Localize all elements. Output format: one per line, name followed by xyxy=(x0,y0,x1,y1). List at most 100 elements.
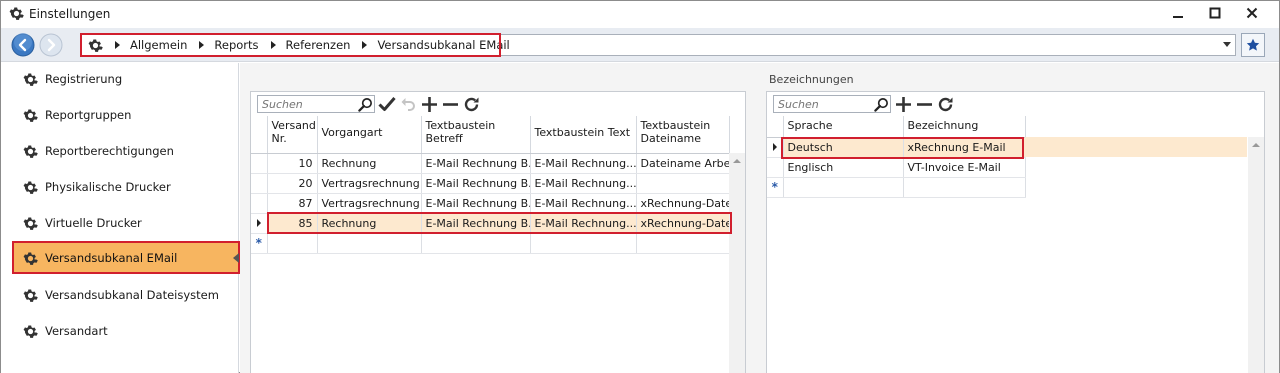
vertical-scrollbar[interactable] xyxy=(1248,137,1264,373)
row-indicator[interactable] xyxy=(767,157,784,178)
sidebar-item-versandsubkanal-email[interactable]: Versandsubkanal EMail xyxy=(13,242,239,274)
chevron-right-icon[interactable] xyxy=(199,41,205,49)
cell-sprache[interactable] xyxy=(783,177,904,198)
chevron-right-icon[interactable] xyxy=(270,41,276,49)
cell-versand-nr[interactable] xyxy=(267,233,318,254)
new-row[interactable]: * xyxy=(767,177,1026,198)
cell-textbaustein-betreff[interactable] xyxy=(421,233,531,254)
row-indicator[interactable]: * xyxy=(767,177,784,198)
column-header-bezeichnung[interactable]: Bezeichnung xyxy=(903,116,1026,138)
row-indicator[interactable] xyxy=(251,153,268,174)
table-row[interactable]: 87 Vertragsrechnung E-Mail Rechnung B...… xyxy=(251,193,730,214)
table-row[interactable]: 10 Rechnung E-Mail Rechnung B... E-Mail … xyxy=(251,153,730,174)
table-row[interactable]: 20 Vertragsrechnung E-Mail Rechnung B...… xyxy=(251,173,730,194)
cell-bezeichnung[interactable]: xRechnung E-Mail xyxy=(903,137,1026,158)
sidebar-item-reportgruppen[interactable]: Reportgruppen xyxy=(13,99,239,131)
search-icon[interactable] xyxy=(358,97,373,112)
refresh-button[interactable] xyxy=(936,95,954,113)
search-field[interactable] xyxy=(257,95,375,113)
remove-button[interactable] xyxy=(915,95,933,113)
column-header-vorgangart[interactable]: Vorgangart xyxy=(317,116,422,154)
remove-button[interactable] xyxy=(441,95,459,113)
cell-vorgangart[interactable]: Rechnung xyxy=(317,153,422,174)
search-input[interactable] xyxy=(258,96,354,112)
breadcrumb-item-versandsubkanal-email[interactable]: Versandsubkanal EMail xyxy=(377,38,509,52)
cell-vorgangart[interactable] xyxy=(317,233,422,254)
row-indicator[interactable] xyxy=(251,193,268,214)
gear-icon[interactable] xyxy=(88,38,103,53)
sidebar-item-versandart[interactable]: Versandart xyxy=(13,315,239,347)
cell-textbaustein-text[interactable]: E-Mail Rechnung... xyxy=(530,173,637,194)
breadcrumb-item-reports[interactable]: Reports xyxy=(214,38,258,52)
sidebar-item-virtuelle-drucker[interactable]: Virtuelle Drucker xyxy=(13,207,239,239)
cell-textbaustein-dateiname[interactable]: Dateiname Arbeits xyxy=(636,153,730,174)
forward-button[interactable] xyxy=(39,33,63,57)
cell-textbaustein-text[interactable]: E-Mail Rechnung... xyxy=(530,213,637,234)
cell-textbaustein-betreff[interactable]: E-Mail Rechnung B... xyxy=(421,213,531,234)
table-row-selected[interactable]: Deutsch xRechnung E-Mail xyxy=(767,137,1026,158)
cell-vorgangart[interactable]: Rechnung xyxy=(317,213,422,234)
cell-versand-nr[interactable]: 85 xyxy=(267,213,318,234)
table-row-selected[interactable]: 85 Rechnung E-Mail Rechnung B... E-Mail … xyxy=(251,213,730,234)
search-input[interactable] xyxy=(774,96,870,112)
cell-textbaustein-dateiname[interactable] xyxy=(636,173,730,194)
cell-vorgangart[interactable]: Vertragsrechnung xyxy=(317,173,422,194)
cell-versand-nr[interactable]: 20 xyxy=(267,173,318,194)
breadcrumb-item-referenzen[interactable]: Referenzen xyxy=(286,38,351,52)
row-indicator[interactable] xyxy=(767,137,784,158)
cell-textbaustein-text[interactable] xyxy=(530,233,637,254)
chevron-right-icon[interactable] xyxy=(362,41,368,49)
search-field[interactable] xyxy=(773,95,891,113)
back-button[interactable] xyxy=(11,33,35,57)
cell-sprache[interactable]: Englisch xyxy=(783,157,904,178)
arrow-right-icon xyxy=(39,33,63,57)
cell-versand-nr[interactable]: 10 xyxy=(267,153,318,174)
breadcrumb-item-allgemein[interactable]: Allgemein xyxy=(130,38,187,52)
cell-sprache[interactable]: Deutsch xyxy=(783,137,904,158)
row-indicator[interactable] xyxy=(251,213,268,234)
favorite-button[interactable] xyxy=(1241,33,1265,57)
search-icon[interactable] xyxy=(874,97,889,112)
undo-button[interactable] xyxy=(399,95,417,113)
sidebar-item-versandsubkanal-dateisystem[interactable]: Versandsubkanal Dateisystem xyxy=(13,279,239,311)
refresh-button[interactable] xyxy=(462,95,480,113)
cell-vorgangart[interactable]: Vertragsrechnung xyxy=(317,193,422,214)
close-button[interactable] xyxy=(1235,3,1269,23)
cell-textbaustein-dateiname[interactable]: xRechnung-Datein xyxy=(636,193,730,214)
cell-textbaustein-text[interactable]: E-Mail Rechnung... xyxy=(530,193,637,214)
cell-textbaustein-dateiname[interactable]: xRechnung-Datein xyxy=(636,213,730,234)
chevron-right-icon[interactable] xyxy=(115,41,120,49)
cell-textbaustein-betreff[interactable]: E-Mail Rechnung B... xyxy=(421,193,531,214)
maximize-button[interactable] xyxy=(1198,3,1232,23)
cell-versand-nr[interactable]: 87 xyxy=(267,193,318,214)
add-button[interactable] xyxy=(894,95,912,113)
cell-textbaustein-text[interactable]: E-Mail Rechnung... xyxy=(530,153,637,174)
sidebar-item-physikalische-drucker[interactable]: Physikalische Drucker xyxy=(13,171,239,203)
column-header-textbaustein-dateiname[interactable]: Textbaustein Dateiname xyxy=(636,116,730,154)
column-header-versand-nr[interactable]: Versand Nr. xyxy=(267,116,318,154)
column-header-textbaustein-betreff[interactable]: Textbaustein Betreff xyxy=(421,116,531,154)
column-header-sprache[interactable]: Sprache xyxy=(783,116,904,138)
cell-textbaustein-betreff[interactable]: E-Mail Rechnung B... xyxy=(421,173,531,194)
minimize-button[interactable] xyxy=(1161,3,1195,23)
vertical-scrollbar[interactable] xyxy=(729,153,745,373)
save-button[interactable] xyxy=(378,95,396,113)
table-row[interactable]: Englisch VT-Invoice E-Mail xyxy=(767,157,1026,178)
chevron-up-icon[interactable] xyxy=(1252,143,1260,147)
check-icon xyxy=(378,97,396,111)
row-indicator[interactable]: * xyxy=(251,233,268,254)
cell-textbaustein-betreff[interactable]: E-Mail Rechnung B... xyxy=(421,153,531,174)
sidebar-item-reportberechtigungen[interactable]: Reportberechtigungen xyxy=(13,135,239,167)
row-indicator[interactable] xyxy=(251,173,268,194)
navigation-bar: Allgemein Reports Referenzen Versandsubk… xyxy=(1,28,1279,62)
cell-bezeichnung[interactable] xyxy=(903,177,1026,198)
cell-bezeichnung[interactable]: VT-Invoice E-Mail xyxy=(903,157,1026,178)
chevron-down-icon[interactable] xyxy=(1223,42,1231,47)
new-row[interactable]: * xyxy=(251,233,730,254)
sidebar-item-registrierung[interactable]: Registrierung xyxy=(13,63,239,95)
column-header-textbaustein-text[interactable]: Textbaustein Text xyxy=(530,116,637,154)
breadcrumb[interactable]: Allgemein Reports Referenzen Versandsubk… xyxy=(81,34,1236,56)
chevron-up-icon[interactable] xyxy=(733,159,741,163)
add-button[interactable] xyxy=(420,95,438,113)
cell-textbaustein-dateiname[interactable] xyxy=(636,233,730,254)
